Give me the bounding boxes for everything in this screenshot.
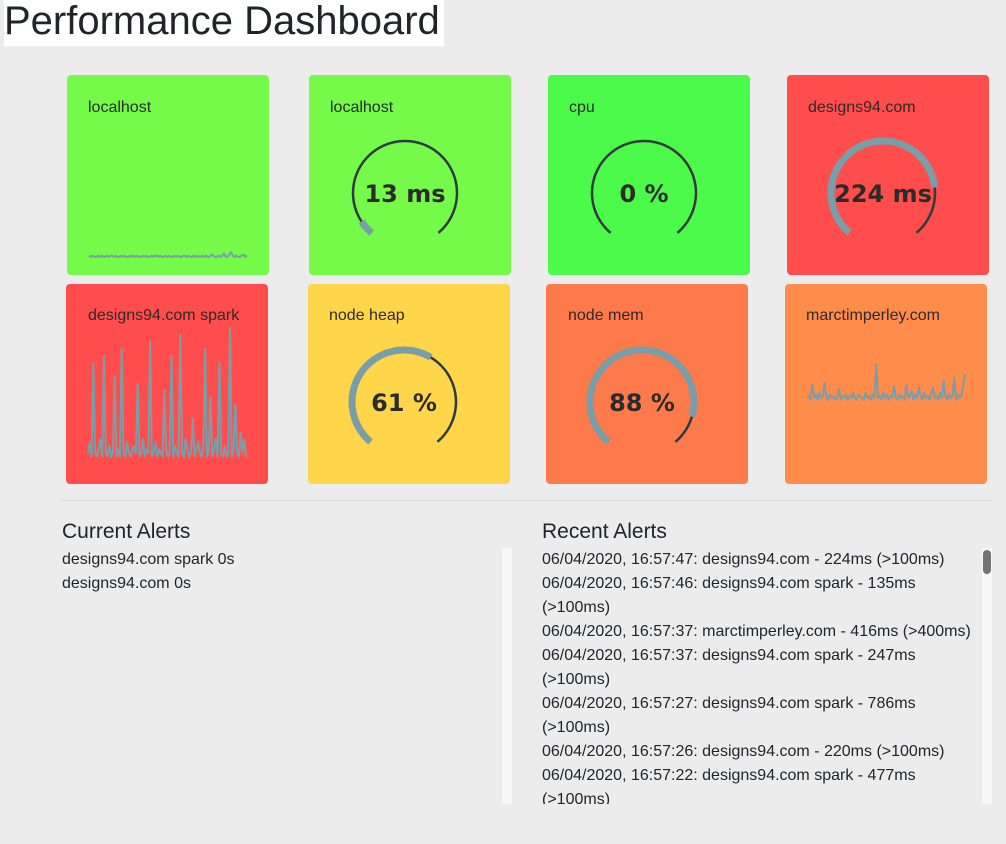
tile-designs94-gauge: designs94.com 224 ms: [787, 75, 989, 275]
current-alert-item: designs94.com 0s: [62, 575, 191, 592]
gauge-value-text: 0 %: [619, 180, 668, 208]
sparkline-chart: [87, 327, 247, 458]
gauge-value-arc: [358, 219, 374, 236]
recent-alerts-scrollbar[interactable]: [982, 548, 992, 804]
gauge-chart: 88 %: [586, 346, 698, 445]
gauge-value-text: 61 %: [371, 389, 437, 417]
recent-alerts-list[interactable]: 06/04/2020, 16:57:47: designs94.com - 22…: [542, 548, 980, 804]
sparkline-series: [87, 327, 247, 458]
sparkline-chart: [806, 363, 966, 401]
tile-cpu-gauge: cpu 0 %: [548, 75, 750, 275]
sparkline-series: [806, 363, 966, 401]
gauge-value-text: 224 ms: [834, 180, 932, 208]
gauge-value-text: 13 ms: [364, 180, 445, 208]
gauge-chart: 0 %: [590, 139, 698, 234]
scrollbar-thumb[interactable]: [983, 550, 991, 574]
tile-marctimperley-sparkline: marctimperley.com: [785, 284, 987, 484]
recent-alert-item: 06/04/2020, 16:57:37: designs94.com spar…: [542, 647, 916, 688]
recent-alert-item: 06/04/2020, 16:57:27: designs94.com spar…: [542, 695, 916, 736]
current-alerts-title: Current Alerts: [62, 520, 191, 543]
recent-alert-item: 06/04/2020, 16:57:37: marctimperley.com …: [542, 623, 971, 640]
recent-alert-item: 06/04/2020, 16:57:26: designs94.com - 22…: [542, 743, 945, 760]
sparkline-series: [88, 251, 248, 258]
recent-alert-item: 06/04/2020, 16:57:22: designs94.com spar…: [542, 767, 916, 804]
gauge-chart: 224 ms: [827, 137, 939, 236]
tile-designs94-spark-sparkline: designs94.com spark: [66, 284, 268, 484]
current-alerts-scrollbar[interactable]: [502, 548, 512, 804]
current-alert-item: designs94.com spark 0s: [62, 551, 235, 568]
section-divider: [62, 500, 992, 501]
recent-alert-item: 06/04/2020, 16:57:47: designs94.com - 22…: [542, 551, 945, 568]
recent-alert-item: 06/04/2020, 16:57:46: designs94.com spar…: [542, 575, 916, 616]
gauge-value-text: 88 %: [609, 389, 675, 417]
page-title: Performance Dashboard: [4, 0, 444, 46]
sparkline-chart: [88, 251, 248, 258]
tile-node-mem-gauge: node mem 88 %: [546, 284, 748, 484]
gauge-chart: 61 %: [348, 346, 458, 445]
current-alerts-list: designs94.com spark 0s designs94.com 0s: [62, 548, 492, 596]
gauge-chart: 13 ms: [351, 139, 459, 236]
recent-alerts-title: Recent Alerts: [542, 520, 667, 543]
tile-node-heap-gauge: node heap 61 %: [308, 284, 510, 484]
tile-localhost-sparkline: localhost: [67, 75, 269, 275]
tile-localhost-gauge: localhost 13 ms: [309, 75, 511, 275]
